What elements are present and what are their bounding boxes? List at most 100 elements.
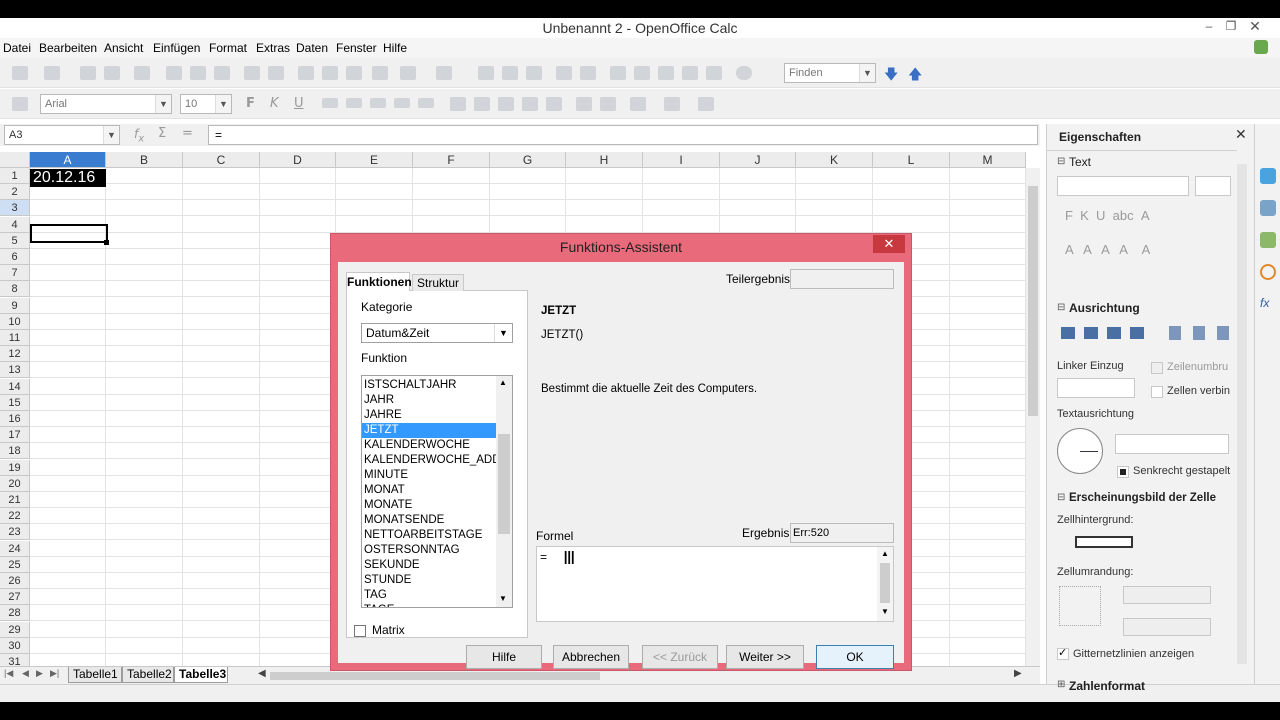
navigator-tab-icon[interactable] xyxy=(1260,264,1276,280)
scroll-down-icon[interactable]: ▼ xyxy=(881,607,889,616)
chevron-down-icon[interactable]: ▼ xyxy=(859,64,875,82)
function-list-item[interactable]: ISTSCHALTJAHR xyxy=(362,378,496,393)
orientation-dial[interactable] xyxy=(1057,428,1103,474)
row-header-27[interactable]: 27 xyxy=(0,589,30,606)
row-header-5[interactable]: 5 xyxy=(0,232,30,249)
scroll-left-icon[interactable]: ◀ xyxy=(258,668,266,679)
chevron-down-icon[interactable]: ▼ xyxy=(215,95,231,113)
next-sheet-icon[interactable]: ▶ xyxy=(36,668,43,679)
row-header-16[interactable]: 16 xyxy=(0,411,30,427)
menu-einfuegen[interactable]: Einfügen xyxy=(153,41,200,55)
styles-icon[interactable] xyxy=(12,97,28,111)
expand-number-icon[interactable]: ⊞ xyxy=(1057,679,1065,690)
collapse-align-icon[interactable]: ⊟ xyxy=(1057,302,1065,313)
column-header-k[interactable]: K xyxy=(796,152,873,168)
sheet-tab-tabelle1[interactable]: Tabelle1 xyxy=(68,667,122,683)
grid-checkbox[interactable]: ✓ xyxy=(1057,647,1069,660)
row-header-18[interactable]: 18 xyxy=(0,443,30,460)
sum-icon[interactable]: Σ xyxy=(158,126,166,141)
underline-icon[interactable]: U xyxy=(294,96,304,111)
row-header-17[interactable]: 17 xyxy=(0,427,30,444)
row-header-3[interactable]: 3 xyxy=(0,200,30,217)
remove-decimal-icon[interactable] xyxy=(546,97,562,111)
column-header-f[interactable]: F xyxy=(413,152,490,168)
row-header-7[interactable]: 7 xyxy=(0,265,30,282)
merge-cells-icon[interactable] xyxy=(418,98,434,108)
first-sheet-icon[interactable]: |◀ xyxy=(4,668,13,679)
bold-icon[interactable]: F xyxy=(246,96,255,111)
italic-icon[interactable]: K xyxy=(270,96,279,111)
row-header-24[interactable]: 24 xyxy=(0,540,30,557)
function-icon[interactable]: = xyxy=(182,126,193,141)
function-list-item[interactable]: MINUTE xyxy=(362,468,496,483)
cancel-button[interactable]: Abbrechen xyxy=(553,645,629,669)
column-header-m[interactable]: M xyxy=(950,152,1026,168)
vertical-scrollbar[interactable] xyxy=(1026,168,1040,676)
zoom-icon[interactable] xyxy=(706,66,722,80)
function-list-item[interactable]: MONAT xyxy=(362,483,496,498)
collapse-appearance-icon[interactable]: ⊟ xyxy=(1057,492,1065,503)
matrix-checkbox[interactable] xyxy=(354,625,366,637)
font-name-combo[interactable]: Arial ▼ xyxy=(40,94,172,114)
find-input[interactable]: Finden ▼ xyxy=(784,63,876,83)
sheet-tab-tabelle3[interactable]: Tabelle3 xyxy=(174,667,228,683)
find-next-icon[interactable]: 🡇 xyxy=(884,64,898,88)
menu-extras[interactable]: Extras xyxy=(256,41,290,55)
row-header-19[interactable]: 19 xyxy=(0,459,30,476)
cut-icon[interactable] xyxy=(298,66,314,80)
function-list[interactable]: ISTSCHALTJAHR JAHR JAHRE JETZT KALENDERWOCHE… xyxy=(361,375,513,608)
row-header-22[interactable]: 22 xyxy=(0,508,30,525)
email-icon[interactable] xyxy=(104,66,120,80)
sheet-tab-tabelle2[interactable]: Tabelle2 xyxy=(122,667,174,683)
function-list-item[interactable]: TAG xyxy=(362,588,496,603)
font-color-icon[interactable] xyxy=(698,97,714,111)
menu-ansicht[interactable]: Ansicht xyxy=(104,41,143,55)
currency-icon[interactable] xyxy=(450,97,466,111)
find-replace-icon[interactable] xyxy=(610,66,626,80)
column-header-l[interactable]: L xyxy=(873,152,950,168)
tab-functions[interactable]: Funktionen xyxy=(346,272,412,291)
formula-scroll-thumb[interactable] xyxy=(880,563,890,603)
row-header-13[interactable]: 13 xyxy=(0,362,30,379)
pdf-icon[interactable] xyxy=(166,66,182,80)
update-icon[interactable] xyxy=(1254,40,1268,54)
draw-icon[interactable] xyxy=(580,66,596,80)
row-header-9[interactable]: 9 xyxy=(0,297,30,314)
formula-editor[interactable]: = Ⅲ ▲ ▼ xyxy=(536,546,894,622)
sort-descending-icon[interactable] xyxy=(526,66,542,80)
close-icon[interactable]: ✕ xyxy=(1244,18,1266,36)
function-list-item[interactable]: STUNDE xyxy=(362,573,496,588)
scroll-right-icon[interactable]: ▶ xyxy=(1014,668,1022,679)
undo-icon[interactable] xyxy=(400,66,416,80)
align-right-icon[interactable] xyxy=(370,98,386,108)
sidebar-scrollbar[interactable] xyxy=(1237,164,1247,664)
category-select[interactable]: Datum&Zeit ▼ xyxy=(361,323,513,343)
number-format-icon[interactable] xyxy=(498,97,514,111)
sidebar-bold-icon[interactable]: F K U abc A xyxy=(1065,208,1150,223)
scrollbar-thumb[interactable] xyxy=(1028,186,1038,416)
column-header-i[interactable]: I xyxy=(643,152,720,168)
gallery-icon[interactable] xyxy=(658,66,674,80)
navigator-icon[interactable] xyxy=(634,66,650,80)
border-color-combo[interactable] xyxy=(1123,618,1211,636)
formula-editor-scrollbar[interactable]: ▲ ▼ xyxy=(877,547,893,621)
maximize-icon[interactable]: ❐ xyxy=(1220,18,1242,36)
wrap-checkbox[interactable] xyxy=(1151,362,1163,374)
border-preset-icon[interactable] xyxy=(1059,586,1101,626)
select-all-corner[interactable] xyxy=(0,152,30,168)
save-icon[interactable] xyxy=(80,66,96,80)
orientation-combo[interactable] xyxy=(1115,434,1229,454)
background-color-picker[interactable] xyxy=(1075,536,1133,548)
gallery-tab-icon[interactable] xyxy=(1260,232,1276,248)
decrease-indent-icon[interactable] xyxy=(576,97,592,111)
scroll-up-icon[interactable]: ▲ xyxy=(499,378,507,387)
datasource-icon[interactable] xyxy=(682,66,698,80)
print-icon[interactable] xyxy=(190,66,206,80)
border-style-combo[interactable] xyxy=(1123,586,1211,604)
function-list-item[interactable]: TAGE xyxy=(362,603,496,607)
properties-tab-icon[interactable] xyxy=(1260,168,1276,184)
row-header-15[interactable]: 15 xyxy=(0,394,30,411)
column-header-g[interactable]: G xyxy=(490,152,566,168)
row-header-29[interactable]: 29 xyxy=(0,621,30,638)
function-list-item[interactable]: MONATSENDE xyxy=(362,513,496,528)
